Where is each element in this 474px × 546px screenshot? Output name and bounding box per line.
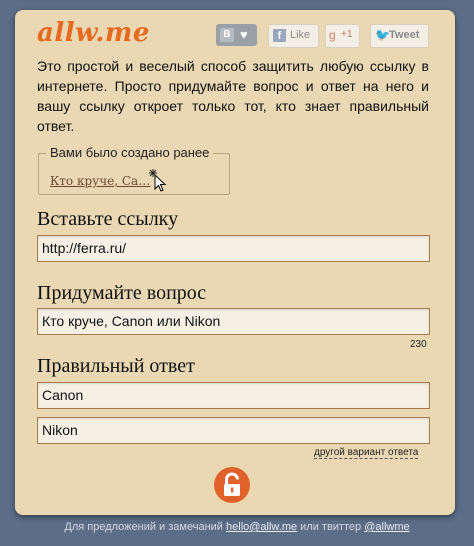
question-char-counter: 230 (410, 339, 427, 350)
facebook-icon: f (273, 29, 286, 42)
answer-input[interactable] (37, 382, 430, 409)
vk-share-button[interactable]: В ♥ (216, 24, 257, 46)
cursor-icon (149, 169, 167, 192)
add-alt-answer-link[interactable]: другой вариант ответа (314, 447, 419, 459)
link-input[interactable] (37, 235, 430, 262)
tweet-label: Tweet (389, 29, 420, 41)
footer: Для предложений и замечаний hello@allw.m… (0, 521, 474, 533)
previous-link[interactable]: Кто круче, Ca… (50, 174, 150, 188)
vk-icon: В (220, 28, 234, 42)
previous-links-box: Вами было создано ранее Кто круче, Ca… (38, 145, 230, 195)
footer-text: Для предложений и замечаний (64, 521, 223, 533)
footer-text-middle: или твиттер (300, 521, 362, 533)
submit-lock-button[interactable] (214, 467, 250, 503)
heart-icon: ♥ (240, 27, 248, 42)
footer-email-link[interactable]: hello@allw.me (226, 521, 297, 533)
answer-label: Правильный ответ (37, 355, 195, 377)
question-label: Придумайте вопрос (37, 282, 207, 304)
footer-twitter-link[interactable]: @allwme (364, 521, 409, 533)
google-plus-icon: g (329, 28, 336, 42)
previous-links-legend: Вами было создано ранее (46, 145, 214, 160)
link-label: Вставьте ссылку (37, 208, 179, 230)
unlock-icon (224, 472, 240, 496)
google-plus-label: +1 (341, 29, 353, 40)
alt-answer-input[interactable] (37, 417, 430, 444)
question-input[interactable] (37, 308, 430, 335)
google-plus-button[interactable]: g +1 (325, 24, 360, 48)
tweet-button[interactable]: 🐦 Tweet (370, 24, 429, 48)
twitter-icon: 🐦 (375, 28, 390, 42)
facebook-like-button[interactable]: f Like (268, 24, 319, 48)
logo[interactable]: allw.me (37, 18, 150, 48)
main-card: allw.me В ♥ f Like g +1 🐦 Tweet Это прос… (15, 10, 455, 515)
facebook-like-label: Like (290, 29, 311, 41)
intro-text: Это простой и веселый способ защитить лю… (37, 58, 429, 134)
